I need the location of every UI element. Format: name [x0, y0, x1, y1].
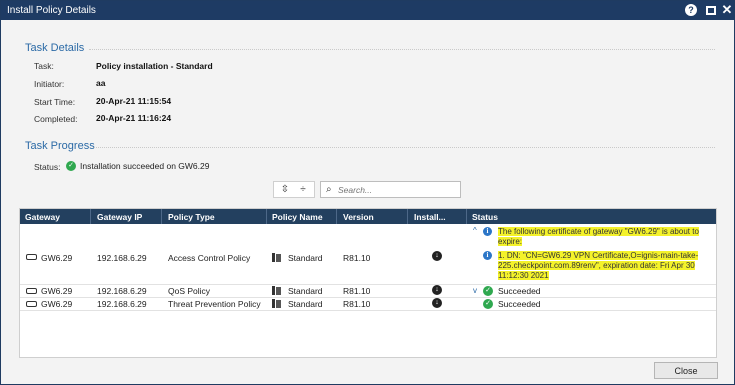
search-icon: ⌕	[326, 184, 332, 195]
close-window-button[interactable]: ✕	[720, 3, 734, 17]
table-row[interactable]: GW6.29 192.168.6.29 QoS Policy Standard …	[20, 285, 716, 297]
column-header-version[interactable]: Version	[343, 212, 374, 222]
gateway-cell: GW6.29	[41, 286, 73, 296]
initiator-label: Initiator:	[34, 79, 65, 89]
task-label: Task:	[34, 61, 54, 71]
column-header-policy-name[interactable]: Policy Name	[272, 212, 323, 222]
download-icon[interactable]: ↓	[432, 285, 442, 295]
initiator-value: aa	[96, 78, 106, 88]
info-icon: i	[483, 251, 492, 260]
gateway-ip-cell: 192.168.6.29	[97, 286, 147, 296]
success-check-icon: ✓	[483, 286, 493, 296]
column-header-status[interactable]: Status	[472, 212, 498, 222]
task-progress-heading: Task Progress	[25, 140, 95, 152]
policy-type-cell: Access Control Policy	[168, 253, 251, 263]
column-divider	[466, 209, 467, 224]
policy-name-cell: Standard	[288, 299, 323, 309]
column-header-install[interactable]: Install...	[414, 212, 446, 222]
expand-collapse-toolbar: ⇳ ÷	[273, 181, 315, 198]
policy-type-cell: Threat Prevention Policy	[168, 299, 261, 309]
start-time-value: 20-Apr-21 11:15:54	[96, 96, 172, 106]
task-value: Policy installation - Standard	[96, 61, 213, 71]
status-cell: Succeeded	[498, 286, 541, 296]
policy-name-cell: Standard	[288, 253, 323, 263]
table-header: Gateway Gateway IP Policy Type Policy Na…	[20, 209, 716, 224]
column-header-policy-type[interactable]: Policy Type	[168, 212, 215, 222]
column-divider	[336, 209, 337, 224]
table-row[interactable]: GW6.29 192.168.6.29 Access Control Polic…	[20, 224, 716, 284]
certificate-details-text: 1. DN: "CN=GW6.29 VPN Certificate,O=igni…	[498, 251, 699, 280]
collapse-all-icon[interactable]: ÷	[296, 184, 310, 196]
help-icon: ?	[685, 4, 697, 16]
gateway-ip-cell: 192.168.6.29	[97, 299, 147, 309]
success-check-icon: ✓	[483, 299, 493, 309]
gateway-icon	[26, 288, 37, 294]
gateway-cell: GW6.29	[41, 253, 73, 263]
search-input[interactable]	[338, 183, 456, 196]
gateway-icon	[26, 301, 37, 307]
help-button[interactable]: ?	[684, 3, 698, 17]
window-title: Install Policy Details	[7, 5, 96, 16]
column-divider	[266, 209, 267, 224]
row-divider	[20, 310, 716, 311]
version-cell: R81.10	[343, 253, 371, 263]
search-box[interactable]: ⌕	[320, 181, 461, 198]
version-cell: R81.10	[343, 299, 371, 309]
close-button[interactable]: Close	[654, 362, 718, 379]
policy-type-cell: QoS Policy	[168, 286, 211, 296]
column-divider	[90, 209, 91, 224]
table-row[interactable]: GW6.29 192.168.6.29 Threat Prevention Po…	[20, 298, 716, 310]
column-divider	[407, 209, 408, 224]
completed-label: Completed:	[34, 114, 78, 124]
start-time-label: Start Time:	[34, 97, 76, 107]
column-header-gateway-ip[interactable]: Gateway IP	[97, 212, 142, 222]
policy-book-icon	[272, 253, 282, 262]
gateway-ip-cell: 192.168.6.29	[97, 253, 147, 263]
gateway-cell: GW6.29	[41, 299, 73, 309]
info-icon: i	[483, 227, 492, 236]
download-icon[interactable]: ↓	[432, 251, 442, 261]
policy-book-icon	[272, 299, 282, 308]
task-progress-divider	[94, 147, 715, 148]
certificate-warning-text: The following certificate of gateway "GW…	[498, 227, 699, 246]
status-label: Status:	[34, 162, 61, 172]
task-details-heading: Task Details	[25, 42, 85, 54]
version-cell: R81.10	[343, 286, 371, 296]
status-text: Installation succeeded on GW6.29	[80, 161, 210, 171]
policy-table: Gateway Gateway IP Policy Type Policy Na…	[19, 208, 717, 358]
chevron-down-icon[interactable]: v	[473, 286, 477, 295]
download-icon[interactable]: ↓	[432, 298, 442, 308]
column-header-gateway[interactable]: Gateway	[25, 212, 60, 222]
completed-value: 20-Apr-21 11:16:24	[96, 113, 172, 123]
column-divider	[161, 209, 162, 224]
chevron-up-icon[interactable]: ^	[473, 226, 477, 235]
maximize-button[interactable]	[704, 3, 718, 17]
success-check-icon: ✓	[66, 161, 76, 171]
maximize-icon	[706, 5, 716, 15]
gateway-icon	[26, 254, 37, 260]
task-details-divider	[89, 49, 715, 50]
policy-book-icon	[272, 286, 282, 295]
status-cell: Succeeded	[498, 299, 541, 309]
expand-all-icon[interactable]: ⇳	[278, 184, 292, 196]
install-policy-details-window: Install Policy Details ? ✕ Task Details …	[0, 0, 735, 385]
title-bar[interactable]: Install Policy Details ? ✕	[1, 1, 734, 20]
close-icon: ✕	[721, 2, 733, 17]
policy-name-cell: Standard	[288, 286, 323, 296]
